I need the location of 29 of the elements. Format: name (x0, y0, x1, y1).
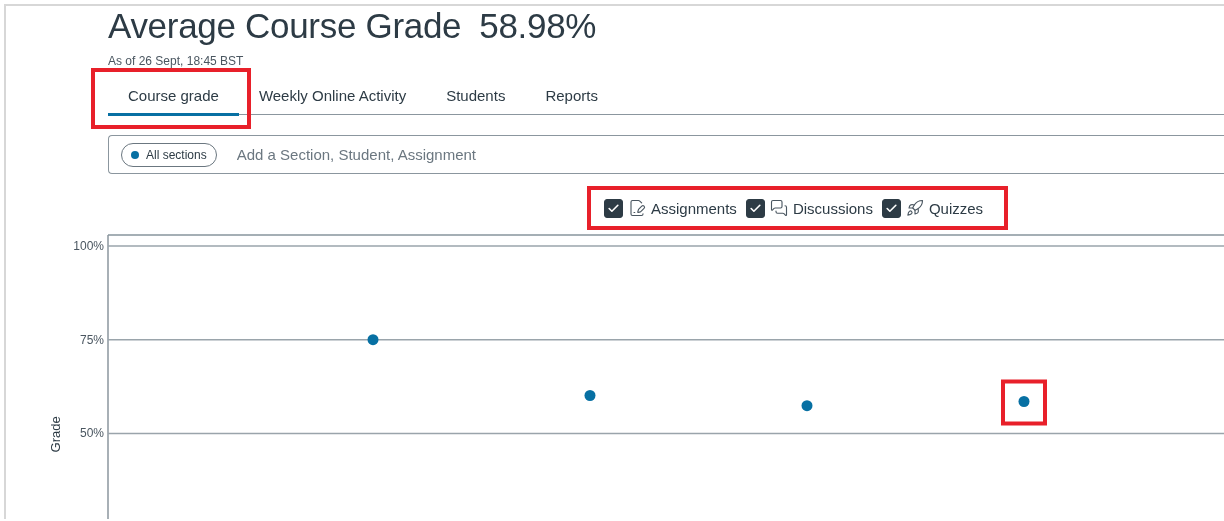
timestamp: As of 26 Sept, 18:45 BST (108, 54, 245, 68)
axis-tick-label: 100% (73, 238, 104, 253)
axis-tick-label: 75% (79, 332, 104, 347)
check-icon (748, 201, 762, 215)
filter-field[interactable]: All sections Add a Section, Student, Assignment (108, 135, 1224, 174)
check-icon (884, 201, 898, 215)
rocket-icon (905, 199, 924, 217)
legend-label[interactable]: Discussions (792, 199, 873, 217)
data-point[interactable] (367, 334, 379, 346)
check-icon (607, 201, 620, 215)
tab[interactable]: Course grade (108, 78, 239, 116)
data-point[interactable] (1018, 396, 1030, 407)
axis-title: Grade (48, 416, 63, 453)
checkbox[interactable] (745, 198, 765, 218)
tab[interactable]: Weekly Online Activity (238, 78, 427, 116)
data-point[interactable] (801, 400, 813, 412)
document-pen-icon (628, 199, 646, 217)
page-title: Average Course Grade (108, 6, 462, 46)
axis-tick-label: 50% (79, 426, 104, 441)
legend-label[interactable]: Assignments (651, 199, 737, 217)
chat-bubbles-icon (769, 199, 788, 217)
checkbox[interactable] (604, 198, 623, 218)
dot-icon (131, 150, 139, 159)
legend-label[interactable]: Quizzes (928, 199, 984, 217)
data-point[interactable] (584, 390, 596, 401)
tab[interactable]: Students (426, 78, 526, 116)
tab[interactable]: Reports (525, 78, 618, 116)
grade-value: 58.98% (479, 6, 597, 46)
checkbox[interactable] (881, 198, 901, 218)
